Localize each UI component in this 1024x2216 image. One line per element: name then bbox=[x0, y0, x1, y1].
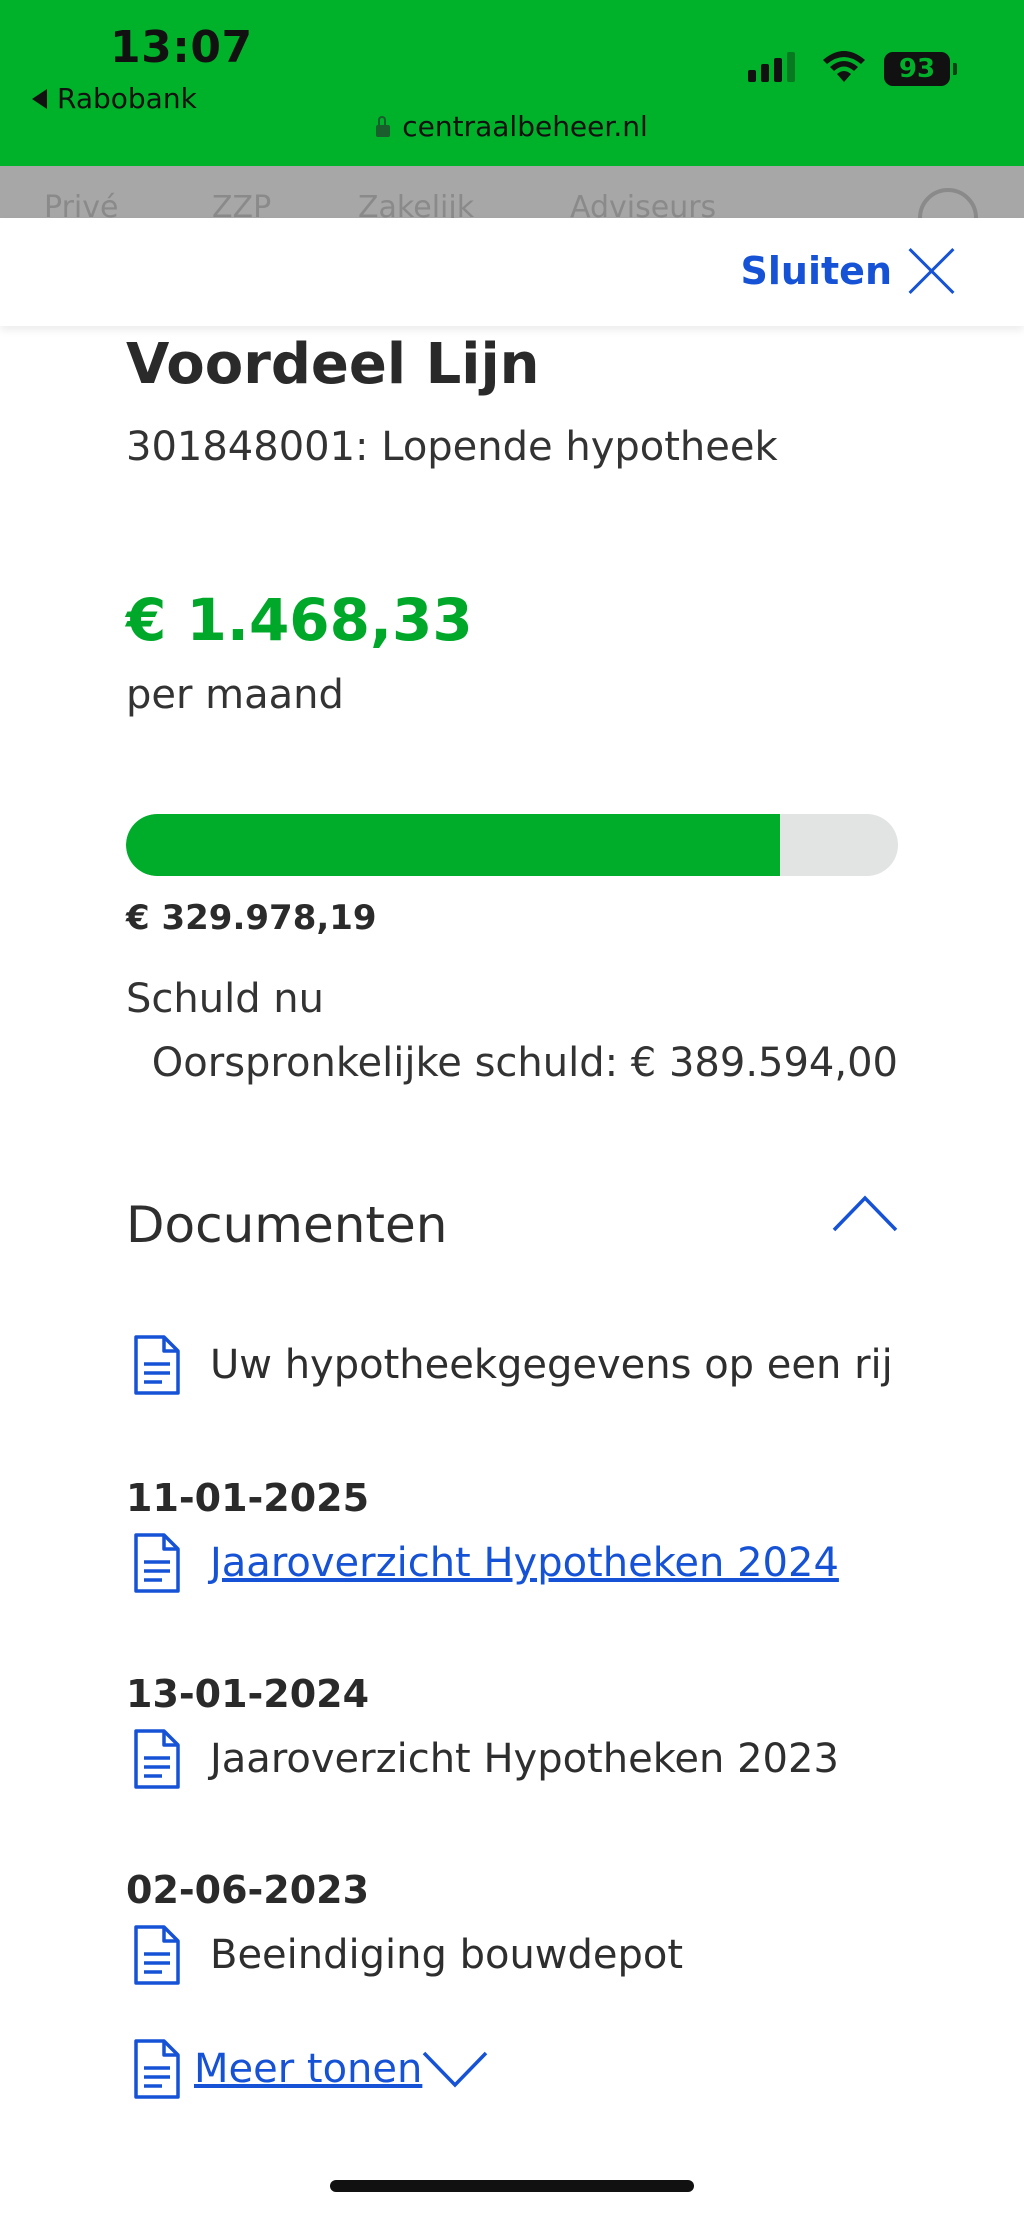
document-label: Jaaroverzicht Hypotheken 2023 bbox=[210, 1736, 839, 1782]
clock: 13:07 bbox=[110, 22, 253, 73]
document-label: Beeindiging bouwdepot bbox=[210, 1932, 684, 1978]
background-nav: Privé ZZP Zakelijk Adviseurs bbox=[0, 166, 1024, 218]
document-date: 13-01-2024 bbox=[126, 1672, 370, 1716]
close-label: Sluiten bbox=[740, 249, 892, 293]
close-button[interactable]: Sluiten bbox=[741, 248, 954, 294]
document-item[interactable]: Jaaroverzicht Hypotheken 2023 bbox=[132, 1728, 839, 1790]
document-icon bbox=[134, 1925, 180, 1985]
document-date: 02-06-2023 bbox=[126, 1868, 370, 1912]
bg-nav-item: Zakelijk bbox=[358, 190, 475, 218]
chevron-up-icon[interactable] bbox=[832, 1192, 898, 1232]
current-debt-label: Schuld nu bbox=[126, 976, 325, 1022]
bg-nav-item: ZZP bbox=[212, 190, 272, 218]
battery-indicator: 93 bbox=[884, 52, 957, 86]
document-date: 11-01-2025 bbox=[126, 1476, 370, 1520]
document-icon bbox=[134, 1335, 180, 1395]
lock-icon bbox=[376, 116, 391, 137]
bg-nav-item: Privé bbox=[44, 190, 119, 218]
document-icon bbox=[134, 1533, 180, 1593]
document-label: Uw hypotheekgegevens op een rij bbox=[210, 1342, 893, 1388]
current-debt-amount: € 329.978,19 bbox=[126, 898, 377, 938]
monthly-label: per maand bbox=[126, 672, 344, 718]
status-bar: 13:07 Rabobank centraalbeheer.nl 93 bbox=[0, 0, 1024, 166]
show-more-button[interactable]: Meer tonen bbox=[132, 2038, 488, 2100]
document-item[interactable]: Beeindiging bouwdepot bbox=[132, 1924, 683, 1986]
document-link[interactable]: Jaaroverzicht Hypotheken 2024 bbox=[210, 1540, 839, 1586]
close-icon bbox=[908, 248, 954, 294]
back-arrow-icon bbox=[32, 88, 47, 109]
account-icon bbox=[918, 188, 978, 218]
debt-progress-fill bbox=[126, 814, 780, 876]
original-debt: Oorspronkelijke schuld: € 389.594,00 bbox=[151, 1040, 898, 1086]
loan-subtitle: 301848001: Lopende hypotheek bbox=[126, 424, 778, 470]
document-item[interactable]: Jaaroverzicht Hypotheken 2024 bbox=[132, 1532, 839, 1594]
sheet-header: Sluiten bbox=[0, 218, 1024, 326]
product-title: Voordeel Lijn bbox=[126, 332, 540, 397]
documents-heading: Documenten bbox=[126, 1196, 448, 1254]
wifi-icon bbox=[823, 51, 865, 82]
show-more-link[interactable]: Meer tonen bbox=[194, 2046, 422, 2092]
cellular-signal-icon bbox=[748, 52, 795, 82]
chevron-down-icon[interactable] bbox=[422, 2049, 488, 2089]
home-indicator[interactable] bbox=[330, 2180, 694, 2192]
document-icon bbox=[134, 1729, 180, 1789]
monthly-amount: € 1.468,33 bbox=[126, 586, 473, 654]
address-bar[interactable]: centraalbeheer.nl bbox=[0, 110, 1024, 143]
document-icon bbox=[134, 2039, 180, 2099]
debt-progress-bar bbox=[126, 814, 898, 876]
url-text: centraalbeheer.nl bbox=[402, 110, 648, 143]
document-overview[interactable]: Uw hypotheekgegevens op een rij bbox=[132, 1334, 893, 1396]
bg-nav-item: Adviseurs bbox=[570, 190, 717, 218]
